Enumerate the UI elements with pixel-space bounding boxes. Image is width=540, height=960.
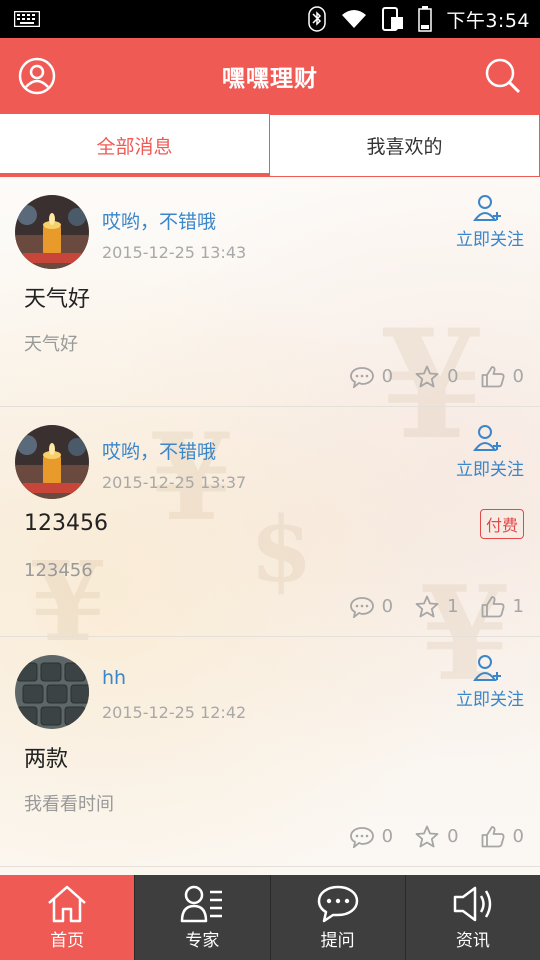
- star-icon: [415, 825, 439, 848]
- speaker-icon: [453, 886, 492, 922]
- post-title: 两款: [24, 747, 69, 772]
- comment-count: 0: [381, 596, 394, 617]
- nav-label: 首页: [50, 931, 85, 951]
- post-title: 123456: [24, 511, 108, 536]
- star-icon: [415, 595, 439, 618]
- home-icon: [48, 885, 86, 923]
- bottom-nav: 首页 专家 提问 资讯: [0, 875, 540, 960]
- star-button[interactable]: 0: [415, 365, 459, 388]
- username[interactable]: 哎哟，不错哦: [102, 437, 216, 464]
- star-button[interactable]: 1: [415, 595, 459, 618]
- follow-label: 立即关注: [456, 460, 524, 480]
- profile-button[interactable]: [17, 56, 57, 96]
- nav-label: 专家: [185, 931, 220, 951]
- comment-icon: [349, 826, 374, 848]
- nav-home[interactable]: 首页: [0, 875, 135, 960]
- page-title: 嘿嘿理财: [222, 66, 318, 92]
- avatar[interactable]: [15, 655, 89, 729]
- tab-all-messages[interactable]: 全部消息: [0, 114, 269, 177]
- post-body: 天气好: [24, 334, 78, 355]
- comment-button[interactable]: 0: [349, 366, 394, 388]
- follow-button[interactable]: 立即关注: [448, 653, 524, 710]
- thumbs-up-icon: [481, 596, 505, 618]
- thumbs-up-icon: [481, 366, 505, 388]
- star-count: 1: [447, 596, 459, 617]
- post-actions: 0 0 0: [349, 365, 524, 388]
- user-circle-icon: [18, 57, 56, 95]
- nav-label: 资讯: [455, 931, 490, 951]
- like-count: 0: [512, 826, 524, 847]
- follow-label: 立即关注: [456, 690, 524, 710]
- add-user-icon: [473, 655, 501, 681]
- star-count: 0: [447, 826, 459, 847]
- star-button[interactable]: 0: [415, 825, 459, 848]
- follow-button[interactable]: 立即关注: [448, 193, 524, 250]
- comment-button[interactable]: 0: [349, 826, 394, 848]
- nav-news[interactable]: 资讯: [404, 875, 540, 960]
- tab-label: 我喜欢的: [366, 136, 443, 158]
- divider: [0, 866, 540, 867]
- add-user-icon: [473, 425, 501, 451]
- nav-ask[interactable]: 提问: [269, 875, 405, 960]
- star-count: 0: [447, 366, 459, 387]
- username[interactable]: hh: [102, 667, 126, 689]
- post-time: 2015-12-25 13:37: [102, 473, 247, 492]
- bluetooth-icon: [308, 6, 327, 32]
- tab-favorites[interactable]: 我喜欢的: [269, 114, 540, 176]
- message-feed[interactable]: ¥ ¥ ¥ ¥ $ 哎哟，不错哦 2015-12-25 13:43 立即关注 天…: [0, 177, 540, 875]
- post-actions: 0 1 1: [349, 595, 524, 618]
- post-actions: 0 0 0: [349, 825, 524, 848]
- post-body: 123456: [24, 560, 93, 581]
- like-button[interactable]: 0: [481, 825, 524, 848]
- status-time: 下午3:54: [446, 9, 530, 32]
- thumbs-up-icon: [481, 826, 505, 848]
- avatar-keyboard-image: [15, 655, 89, 729]
- add-user-icon: [473, 195, 501, 221]
- expert-list-icon: [181, 885, 223, 923]
- like-count: 0: [512, 366, 524, 387]
- avatar[interactable]: [15, 425, 89, 499]
- like-count: 1: [512, 596, 524, 617]
- comment-count: 0: [381, 826, 394, 847]
- wifi-icon: [342, 10, 367, 28]
- follow-button[interactable]: 立即关注: [448, 423, 524, 480]
- chat-bubble-icon: [317, 885, 358, 923]
- nav-experts[interactable]: 专家: [134, 875, 269, 960]
- paid-badge: 付费: [479, 509, 524, 539]
- post-time: 2015-12-25 12:42: [102, 703, 247, 722]
- battery-icon: [418, 6, 433, 32]
- keyboard-icon: [14, 11, 40, 27]
- status-bar: 下午3:54: [0, 0, 540, 38]
- post-card[interactable]: hh 2015-12-25 12:42 立即关注 两款 我看看时间 0 0 0: [0, 637, 540, 867]
- post-card[interactable]: 哎哟，不错哦 2015-12-25 13:43 立即关注 天气好 天气好 0 0…: [0, 177, 540, 407]
- star-icon: [415, 365, 439, 388]
- comment-button[interactable]: 0: [349, 596, 394, 618]
- post-card[interactable]: 哎哟，不错哦 2015-12-25 13:37 立即关注 123456 付费 1…: [0, 407, 540, 637]
- avatar[interactable]: [15, 195, 89, 269]
- comment-icon: [349, 596, 374, 618]
- avatar-candle-image: [15, 425, 89, 499]
- post-time: 2015-12-25 13:43: [102, 243, 247, 262]
- post-body: 我看看时间: [24, 794, 114, 815]
- like-button[interactable]: 1: [481, 595, 524, 618]
- nav-label: 提问: [320, 931, 355, 951]
- like-button[interactable]: 0: [481, 365, 524, 388]
- follow-label: 立即关注: [456, 230, 524, 250]
- comment-count: 0: [381, 366, 394, 387]
- tab-bar: 全部消息 我喜欢的: [0, 114, 540, 177]
- post-title: 天气好: [24, 287, 91, 312]
- app-header: 嘿嘿理财: [0, 38, 540, 114]
- search-button[interactable]: [483, 56, 523, 96]
- avatar-candle-image: [15, 195, 89, 269]
- comment-icon: [349, 366, 374, 388]
- sim-icon: [382, 7, 404, 31]
- search-icon: [485, 58, 521, 94]
- username[interactable]: 哎哟，不错哦: [102, 207, 216, 234]
- tab-label: 全部消息: [96, 135, 173, 158]
